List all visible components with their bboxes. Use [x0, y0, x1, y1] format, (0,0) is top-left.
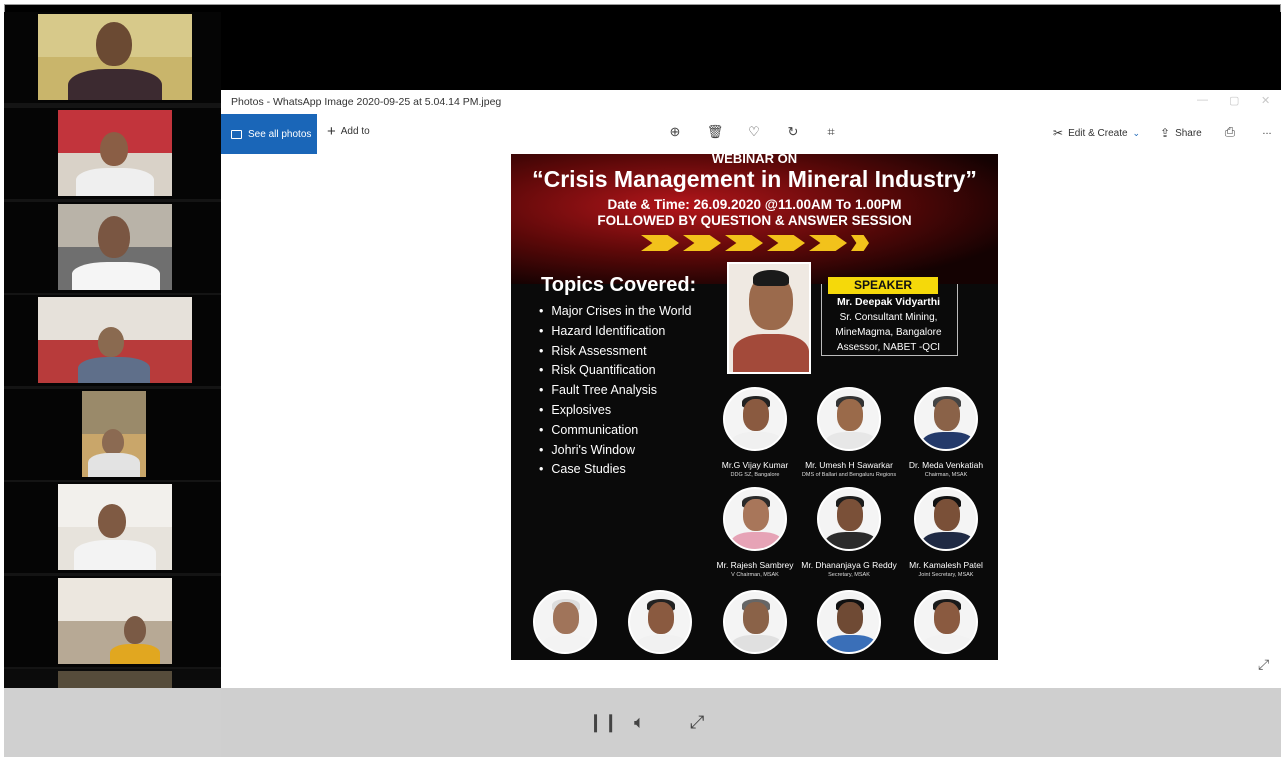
panelist-photo: [817, 387, 881, 451]
participant-tile[interactable]: [4, 202, 221, 293]
speaker-name: Mr. Deepak Vidyarthi: [836, 296, 941, 308]
panelist-photo: [723, 590, 787, 654]
panelist-role: Secretary, MSAK: [828, 572, 870, 578]
panelist-photo: [533, 590, 597, 654]
topics-list: • Major Crises in the World • Hazard Ident…: [539, 304, 691, 482]
speaker-detail: Sr. Consultant Mining,: [839, 312, 938, 323]
panelist-role: Joint Secretary, MSAK: [918, 572, 974, 578]
panelist-photo: [914, 590, 978, 654]
expand-icon[interactable]: ⤢: [1258, 656, 1269, 673]
panelist-photo: [914, 387, 978, 451]
topic-item: • Explosives: [539, 402, 612, 417]
participant-tile[interactable]: [4, 389, 221, 480]
poster-subtitle: FOLLOWED BY QUESTION & ANSWER SESSION: [597, 213, 912, 228]
maximize-button[interactable]: ▢: [1229, 94, 1239, 107]
panelist-name: Mr. Dhananjaya G Reddy: [801, 560, 897, 570]
panelist-photo: [628, 590, 692, 654]
speaker-detail: MineMagma, Bangalore: [835, 327, 942, 338]
video-top-band: [221, 12, 1281, 90]
participant-gallery: [4, 12, 221, 757]
window-title: Photos - WhatsApp Image 2020-09-25 at 5.…: [231, 96, 502, 108]
plus-icon: +: [327, 122, 336, 140]
poster-date-time: Date & Time: 26.09.2020 @11.00AM To 1.00…: [607, 197, 902, 212]
zoom-in-icon[interactable]: ⊕: [666, 124, 684, 140]
panelist-name: Dr. Meda Venkatiah: [908, 460, 984, 470]
topic-item: • Case Studies: [539, 462, 626, 477]
chevron-down-icon: ⌄: [1132, 127, 1141, 138]
share-button[interactable]: ⇪ Share: [1160, 126, 1202, 140]
panelist-role: DMS of Ballari and Bengaluru Regions: [801, 472, 897, 478]
panelist-name: Mr. Kamalesh Patel: [909, 560, 983, 570]
panelist-photo: [817, 487, 881, 551]
crop-icon[interactable]: ⌗: [822, 124, 840, 140]
poster-line-1: WEBINAR ON: [711, 154, 798, 166]
heart-icon[interactable]: ♡: [745, 124, 763, 140]
topic-item: • Risk Assessment: [539, 343, 647, 358]
edit-create-label: Edit & Create: [1068, 127, 1128, 139]
photos-window: Photos - WhatsApp Image 2020-09-25 at 5.…: [221, 90, 1281, 688]
add-to-button[interactable]: + Add to: [327, 122, 370, 140]
add-to-label: Add to: [340, 126, 370, 137]
participant-tile[interactable]: [4, 108, 221, 199]
close-button[interactable]: ✕: [1261, 94, 1270, 107]
tile-overlay: [4, 688, 221, 757]
rotate-icon[interactable]: ↻: [784, 124, 802, 140]
speaker-label: SPEAKER: [828, 277, 938, 294]
participant-tile[interactable]: [4, 576, 221, 667]
topic-item: • Major Crises in the World: [539, 304, 692, 318]
share-icon: ⇪: [1160, 126, 1171, 140]
topic-item: • Communication: [539, 422, 639, 437]
topic-item: • Hazard Identification: [539, 323, 666, 338]
fullscreen-icon[interactable]: ⤢: [690, 712, 704, 733]
topics-heading: Topics Covered:: [541, 274, 697, 296]
photos-icon: [231, 129, 242, 139]
share-label: Share: [1175, 127, 1202, 139]
panelist-photo: [817, 590, 881, 654]
panelist-photo: [723, 387, 787, 451]
minimize-button[interactable]: —: [1197, 94, 1208, 106]
panelist-photo: [723, 487, 787, 551]
volume-icon[interactable]: 🔈︎: [634, 712, 645, 733]
see-all-photos-button[interactable]: See all photos: [221, 114, 317, 154]
topic-item: • Risk Quantification: [539, 363, 656, 378]
topic-item: • Johri's Window: [539, 442, 636, 457]
topic-item: • Fault Tree Analysis: [539, 383, 657, 398]
participant-tile[interactable]: [4, 295, 221, 386]
speaker-photo: [727, 262, 811, 374]
poster-title: “Crisis Management in Mineral Industry”: [532, 166, 977, 192]
edit-create-button[interactable]: ✂ Edit & Create ⌄: [1053, 126, 1140, 140]
panelist-role: Chairman, MSAK: [924, 472, 968, 478]
see-all-label: See all photos: [248, 128, 312, 140]
panelist-photo: [914, 487, 978, 551]
pause-icon[interactable]: ❙❙: [588, 712, 618, 733]
webinar-poster-image: WEBINAR ON “Crisis Management in Mineral…: [511, 154, 998, 660]
more-button[interactable]: ...: [1258, 125, 1276, 137]
trash-icon[interactable]: 🗑︎: [706, 124, 724, 140]
toolbar: See all photos + Add to ⊕ 🗑︎ ♡ ↻ ⌗ ✂ Edi…: [221, 114, 1281, 154]
print-icon[interactable]: ⎙: [1221, 124, 1239, 140]
speaker-detail: Assessor, NABET -QCI: [836, 342, 941, 353]
playback-controls: ❙❙ 🔈︎ ⤢: [4, 688, 1281, 757]
participant-tile[interactable]: [4, 482, 221, 573]
title-bar: Photos - WhatsApp Image 2020-09-25 at 5.…: [221, 90, 1281, 114]
panelist-name: Mr. Umesh H Sawarkar: [805, 460, 893, 470]
arrow-decoration: [641, 235, 869, 251]
participant-tile[interactable]: [4, 12, 221, 103]
scissors-icon: ✂: [1053, 126, 1064, 140]
